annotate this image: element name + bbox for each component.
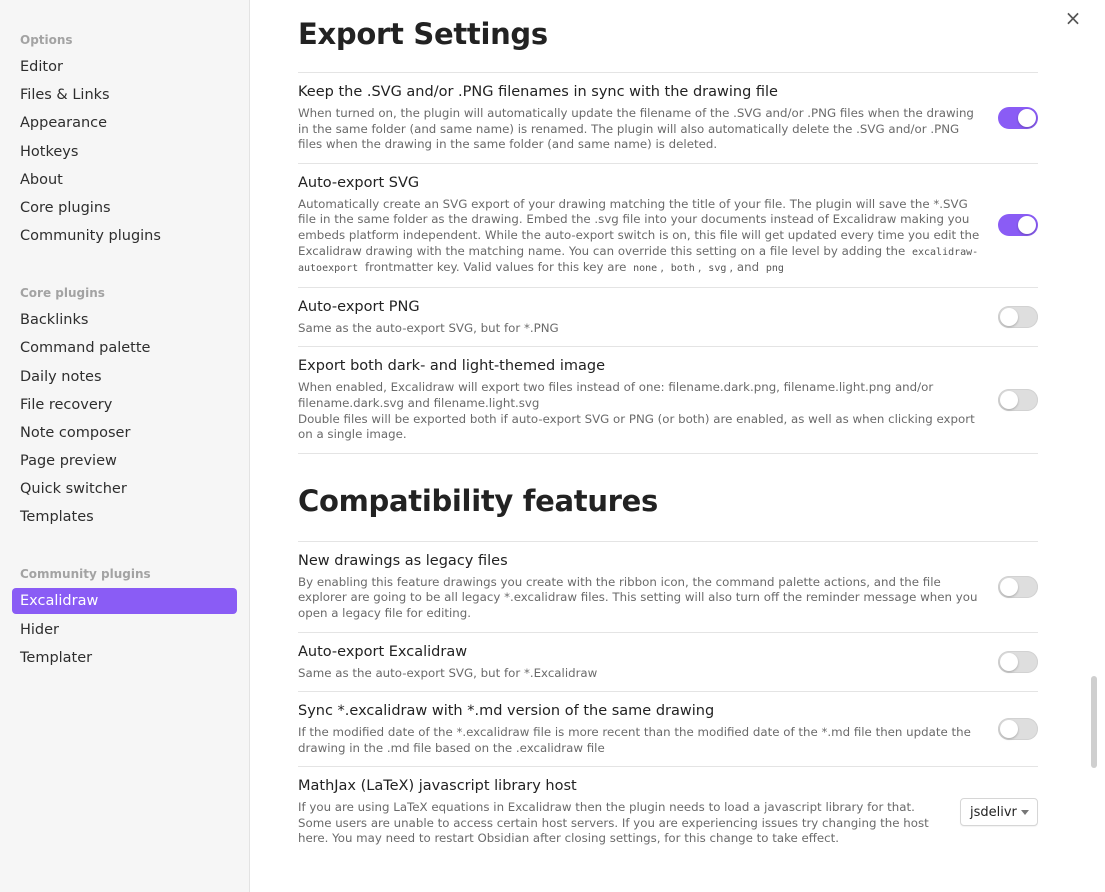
toggle-knob <box>1000 720 1018 739</box>
mathjax-host-dropdown[interactable]: jsdelivr <box>960 798 1038 827</box>
setting-description: Same as the auto-export SVG, but for *.E… <box>298 665 598 680</box>
options-group-title: Options <box>20 33 73 47</box>
toggle-knob <box>1018 216 1036 235</box>
sidebar-item-templater[interactable]: Templater <box>12 645 237 671</box>
setting-description: If the modified date of the *.excalidraw… <box>298 725 971 755</box>
setting-name: MathJax (LaTeX) javascript library host <box>298 778 577 795</box>
setting-name: Export both dark- and light-themed image <box>298 358 605 375</box>
setting-auto-export-svg: Auto-export SVG Automatically create an … <box>298 164 1038 288</box>
auto-export-excalidraw-toggle[interactable] <box>998 650 1038 673</box>
keep-sync-toggle[interactable] <box>998 106 1038 129</box>
sidebar-item-core-plugins[interactable]: Core plugins <box>12 195 237 221</box>
setting-description: By enabling this feature drawings you cr… <box>298 574 978 620</box>
setting-description: If you are using LaTeX equations in Exca… <box>298 800 929 846</box>
setting-sync-md: Sync *.excalidraw with *.md version of t… <box>298 692 1038 768</box>
desc-line: Double files will be exported both if au… <box>298 411 975 442</box>
desc-text: Automatically create an SVG export of yo… <box>298 196 980 258</box>
sidebar-item-templates[interactable]: Templates <box>12 504 237 530</box>
code-both: both <box>670 263 695 275</box>
toggle-knob <box>1018 108 1036 127</box>
core-plugins-group: Core plugins Backlinks Command palette D… <box>0 283 249 530</box>
setting-export-dark-light: Export both dark- and light-themed image… <box>298 347 1038 454</box>
settings-content-pane: × Export Settings Keep the .SVG and/or .… <box>250 0 1105 892</box>
sidebar-item-daily-notes[interactable]: Daily notes <box>12 364 237 390</box>
setting-mathjax-host: MathJax (LaTeX) javascript library host … <box>298 767 1038 857</box>
sidebar-item-backlinks[interactable]: Backlinks <box>12 307 237 333</box>
sidebar-item-hider[interactable]: Hider <box>12 617 237 643</box>
setting-keep-filenames-sync: Keep the .SVG and/or .PNG filenames in s… <box>298 73 1038 164</box>
chevron-down-icon <box>1021 809 1029 815</box>
setting-name: Auto-export SVG <box>298 174 420 191</box>
sidebar-item-community-plugins[interactable]: Community plugins <box>12 223 237 249</box>
setting-legacy-files: New drawings as legacy files By enabling… <box>298 542 1038 633</box>
sidebar-item-quick-switcher[interactable]: Quick switcher <box>12 476 237 502</box>
setting-name: Keep the .SVG and/or .PNG filenames in s… <box>298 84 778 100</box>
sidebar-item-appearance[interactable]: Appearance <box>12 110 237 136</box>
close-icon[interactable]: × <box>1063 8 1083 28</box>
settings-sidebar: Options Editor Files & Links Appearance … <box>0 0 250 892</box>
desc-line: When enabled, Excalidraw will export two… <box>298 380 934 410</box>
community-plugins-group: Community plugins Excalidraw Hider Templ… <box>0 564 249 670</box>
code-svg: svg <box>708 263 727 275</box>
sidebar-item-note-composer[interactable]: Note composer <box>12 420 237 446</box>
dropdown-value: jsdelivr <box>970 804 1017 820</box>
code-none: none <box>633 263 658 275</box>
sidebar-item-command-palette[interactable]: Command palette <box>12 335 237 361</box>
sidebar-item-page-preview[interactable]: Page preview <box>12 448 237 474</box>
code-png: png <box>765 263 784 275</box>
auto-export-svg-toggle[interactable] <box>998 214 1038 237</box>
toggle-knob <box>1000 577 1018 596</box>
setting-description: When turned on, the plugin will automati… <box>298 106 974 152</box>
export-settings-heading: Export Settings <box>298 0 1038 73</box>
sync-md-toggle[interactable] <box>998 718 1038 741</box>
sidebar-item-files-links[interactable]: Files & Links <box>12 82 237 108</box>
sidebar-item-file-recovery[interactable]: File recovery <box>12 392 237 418</box>
legacy-files-toggle[interactable] <box>998 575 1038 598</box>
toggle-knob <box>1000 652 1018 671</box>
core-plugins-group-title: Core plugins <box>20 286 105 301</box>
setting-name: Sync *.excalidraw with *.md version of t… <box>298 703 715 720</box>
sidebar-item-about[interactable]: About <box>12 167 237 193</box>
toggle-knob <box>1000 308 1018 327</box>
setting-name: New drawings as legacy files <box>298 552 508 569</box>
toggle-knob <box>1000 391 1018 410</box>
setting-name: Auto-export Excalidraw <box>298 643 468 660</box>
sidebar-item-hotkeys[interactable]: Hotkeys <box>12 139 237 165</box>
setting-name: Auto-export PNG <box>298 298 420 315</box>
desc-text: and <box>736 260 760 275</box>
auto-export-png-toggle[interactable] <box>998 306 1038 329</box>
setting-auto-export-excalidraw: Auto-export Excalidraw Same as the auto-… <box>298 633 1038 693</box>
setting-description: When enabled, Excalidraw will export two… <box>298 380 982 442</box>
setting-description: Automatically create an SVG export of yo… <box>298 196 980 275</box>
sidebar-item-excalidraw[interactable]: Excalidraw <box>12 588 237 615</box>
compatibility-heading: Compatibility features <box>298 454 1038 542</box>
sidebar-item-editor[interactable]: Editor <box>12 54 237 80</box>
setting-description: Same as the auto-export SVG, but for *.P… <box>298 320 559 335</box>
settings-content: Export Settings Keep the .SVG and/or .PN… <box>298 0 1038 857</box>
scrollbar-thumb[interactable] <box>1091 676 1097 768</box>
community-plugins-group-title: Community plugins <box>20 567 151 582</box>
options-group: Options Editor Files & Links Appearance … <box>0 30 249 249</box>
dark-light-export-toggle[interactable] <box>998 389 1038 412</box>
setting-auto-export-png: Auto-export PNG Same as the auto-export … <box>298 288 1038 348</box>
desc-text: frontmatter key. Valid values for this k… <box>364 260 627 275</box>
